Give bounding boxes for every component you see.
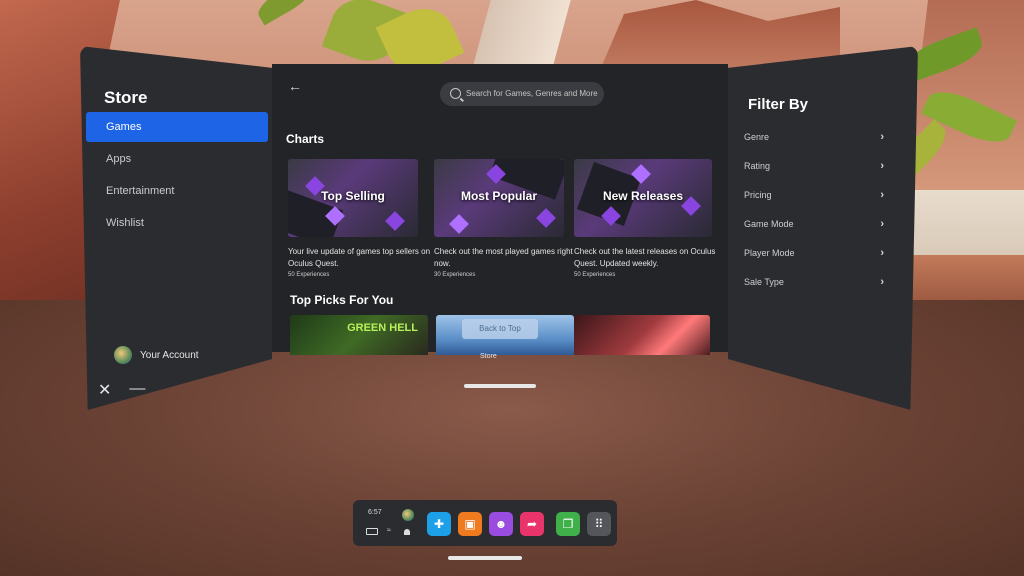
- chevron-right-icon: ›: [880, 246, 884, 259]
- filter-label: Rating: [744, 160, 771, 171]
- share-icon[interactable]: ➦: [520, 512, 544, 536]
- filter-item-sale-type[interactable]: Sale Type ›: [744, 267, 884, 296]
- media-icon[interactable]: ❐: [556, 512, 580, 536]
- card-description: Check out the latest releases on Oculus …: [574, 247, 716, 268]
- card-art: [449, 214, 469, 234]
- card-title: Most Popular: [460, 189, 537, 203]
- minimize-icon[interactable]: —: [129, 380, 145, 400]
- chart-card-top-selling[interactable]: Top Selling: [288, 159, 418, 237]
- notifications-icon[interactable]: [404, 529, 410, 535]
- filter-label: Player Mode: [744, 247, 795, 258]
- system-dock: 6:57 ≈ ✚ ▣ ☻ ➦ ❐ ⠿: [353, 500, 617, 546]
- filter-item-player-mode[interactable]: Player Mode ›: [744, 238, 884, 267]
- sidebar-item-wishlist[interactable]: Wishlist: [86, 208, 268, 238]
- window-controls: ✕ —: [98, 380, 145, 400]
- filter-item-genre[interactable]: Genre ›: [744, 122, 884, 151]
- filter-item-game-mode[interactable]: Game Mode ›: [744, 209, 884, 238]
- back-to-top-button[interactable]: Back to Top: [462, 319, 538, 339]
- chart-card-new-releases[interactable]: New Releases: [574, 159, 712, 237]
- filter-heading: Filter By: [748, 96, 809, 113]
- people-icon[interactable]: ☻: [489, 512, 513, 536]
- top-pick-card[interactable]: GREEN HELL: [290, 315, 428, 355]
- card-count: 50 Experiences: [288, 272, 330, 278]
- card-art: [536, 208, 556, 228]
- sidebar-item-apps[interactable]: Apps: [86, 144, 268, 174]
- filter-list: Genre › Rating › Pricing › Game Mode › Playe…: [744, 122, 884, 296]
- app-library-icon[interactable]: ⠿: [587, 512, 611, 536]
- game-title: GREEN HELL: [347, 322, 418, 334]
- avatar[interactable]: [402, 509, 414, 521]
- card-count: 30 Experiences: [434, 272, 476, 278]
- store-sidebar: Store Games Apps Entertainment Wishlist …: [80, 46, 272, 410]
- top-picks-heading: Top Picks For You: [290, 293, 394, 307]
- charts-heading: Charts: [286, 132, 325, 146]
- search-icon: [450, 88, 461, 99]
- store-icon[interactable]: ▣: [458, 512, 482, 536]
- filter-item-rating[interactable]: Rating ›: [744, 151, 884, 180]
- store-window: Store Games Apps Entertainment Wishlist …: [80, 46, 918, 410]
- status-icons: ≈: [366, 527, 391, 535]
- window-caption: Store: [480, 353, 497, 360]
- back-arrow-icon[interactable]: ←: [288, 78, 302, 94]
- card-description: Check out the most played games right no…: [434, 247, 573, 268]
- card-title: New Releases: [602, 189, 684, 203]
- account-button[interactable]: Your Account: [114, 346, 199, 364]
- filter-panel: Filter By Genre › Rating › Pricing › Game M…: [728, 46, 918, 410]
- filter-label: Genre: [744, 131, 770, 142]
- chevron-right-icon: ›: [880, 275, 884, 288]
- chevron-right-icon: ›: [880, 159, 884, 172]
- search-placeholder: Search for Games, Genres and More: [466, 89, 598, 98]
- top-pick-card[interactable]: Back to Top: [436, 315, 574, 355]
- account-label: Your Account: [140, 349, 199, 361]
- card-art: [385, 211, 405, 231]
- clock: 6:57: [368, 509, 382, 516]
- wifi-icon: ≈: [387, 527, 391, 534]
- filter-label: Sale Type: [744, 276, 784, 287]
- sidebar-item-games[interactable]: Games: [86, 112, 268, 142]
- search-input[interactable]: Search for Games, Genres and More: [440, 82, 604, 106]
- close-icon[interactable]: ✕: [98, 380, 111, 400]
- store-content: ← Search for Games, Genres and More Char…: [272, 64, 728, 355]
- avatar: [114, 346, 132, 364]
- filter-label: Pricing: [744, 189, 772, 200]
- card-count: 50 Experiences: [574, 272, 616, 278]
- card-title: Top Selling: [321, 189, 385, 203]
- dock-drag-handle[interactable]: [448, 556, 522, 560]
- battery-icon: [366, 528, 378, 535]
- window-drag-handle[interactable]: [464, 384, 536, 388]
- sidebar-nav: Games Apps Entertainment Wishlist: [86, 112, 268, 240]
- chevron-right-icon: ›: [880, 188, 884, 201]
- store-title: Store: [104, 88, 148, 107]
- chevron-right-icon: ›: [880, 130, 884, 143]
- explore-icon[interactable]: ✚: [427, 512, 451, 536]
- top-pick-card[interactable]: [574, 315, 710, 355]
- chart-card-most-popular[interactable]: Most Popular: [434, 159, 564, 237]
- filter-label: Game Mode: [744, 218, 794, 229]
- chevron-right-icon: ›: [880, 217, 884, 230]
- filter-item-pricing[interactable]: Pricing ›: [744, 180, 884, 209]
- sidebar-item-entertainment[interactable]: Entertainment: [86, 176, 268, 206]
- card-description: Your live update of games top sellers on…: [288, 247, 431, 268]
